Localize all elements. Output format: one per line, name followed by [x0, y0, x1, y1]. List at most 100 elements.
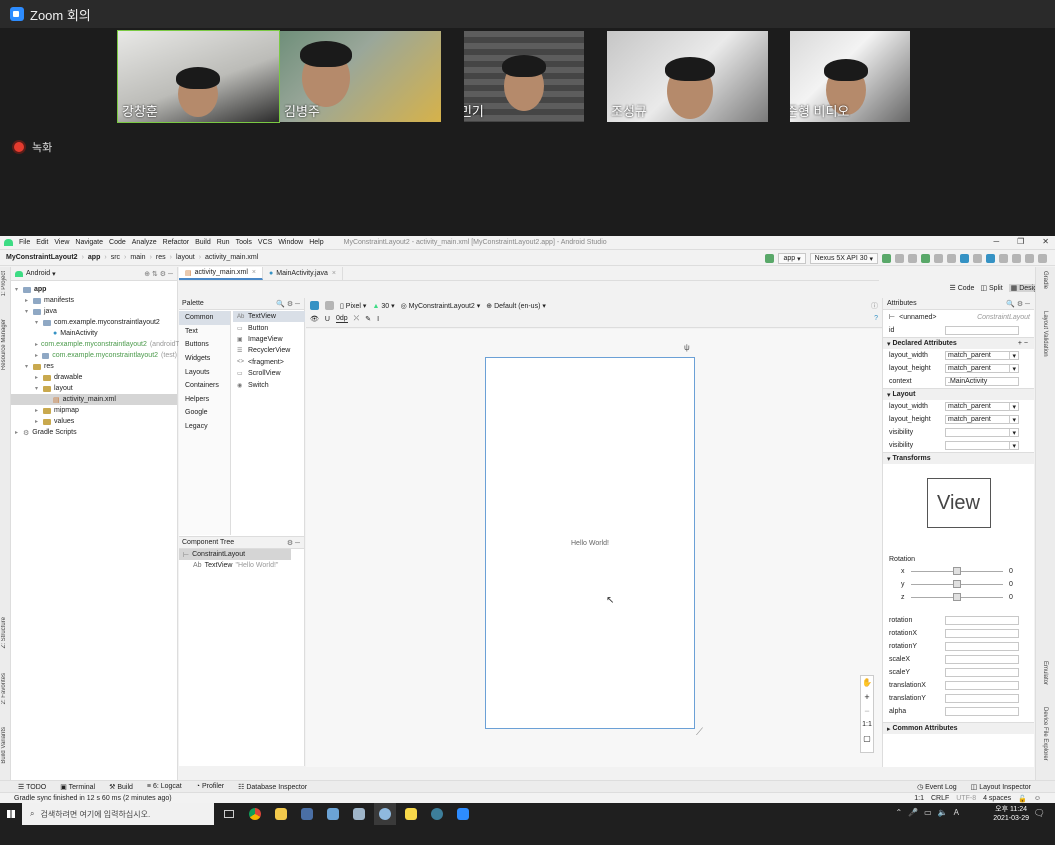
zoom-actual-icon[interactable]: 1:1	[861, 718, 873, 732]
tree-item[interactable]: ▾ res	[11, 361, 177, 372]
menu-run[interactable]: Run	[217, 239, 230, 246]
breadcrumb-app[interactable]: app	[88, 254, 100, 261]
zoom-out-icon[interactable]: −	[861, 704, 873, 718]
minimize-icon[interactable]: ─	[993, 237, 999, 246]
expand-arrow-icon[interactable]: ▾	[25, 363, 33, 370]
logcat-tab[interactable]: ≡ 6: Logcat	[147, 783, 182, 790]
chrome-icon[interactable]	[244, 803, 266, 825]
palette-item[interactable]: ▭ ScrollView	[233, 368, 305, 379]
close-tab-icon[interactable]: ×	[252, 269, 256, 276]
palette-category[interactable]: Common	[179, 311, 230, 325]
split-view-button[interactable]: ◫ Split	[980, 284, 1002, 292]
help-icon[interactable]: ?	[874, 315, 878, 322]
default-margin-select[interactable]: 0dp	[335, 315, 348, 323]
dropdown-arrow-icon[interactable]: ▾	[1009, 351, 1018, 360]
palette-category[interactable]: Widgets	[179, 352, 230, 366]
tree-item[interactable]: ▸ drawable	[11, 372, 177, 383]
tree-item[interactable]: ▾ java	[11, 306, 177, 317]
expand-arrow-icon[interactable]: ▸	[25, 297, 33, 304]
palette-category[interactable]: Legacy	[179, 420, 230, 434]
common-attributes-section[interactable]: ▸ Common Attributes	[883, 722, 1034, 734]
expand-arrow-icon[interactable]: ▾	[25, 308, 33, 315]
paint-icon[interactable]	[348, 803, 370, 825]
palette-actions[interactable]: 🔍 ⚙ ─	[276, 300, 300, 308]
menu-file[interactable]: File	[19, 239, 30, 246]
device-select[interactable]: Nexus 5X API 30 ▾	[809, 253, 878, 264]
taskbar-search[interactable]: ⌕ 검색하려면 여기에 입력하십시오.	[22, 803, 214, 825]
resource-manager-tab[interactable]: Resource Manager	[1, 319, 7, 370]
notepad-icon[interactable]	[322, 803, 344, 825]
tree-textview[interactable]: Ab TextView "Hello World!"	[179, 560, 304, 571]
hello-world-textview[interactable]: Hello World!	[486, 540, 694, 547]
layout-validation-tab[interactable]: Layout Validation	[1042, 311, 1048, 357]
device-preview[interactable]: Hello World!	[485, 357, 695, 729]
zoom-taskbar-icon[interactable]	[452, 803, 474, 825]
apply-changes-icon[interactable]	[908, 254, 917, 263]
ime-indicator[interactable]: A	[954, 808, 959, 817]
dropdown-arrow-icon[interactable]: ▾	[1009, 364, 1018, 373]
menu-code[interactable]: Code	[109, 239, 126, 246]
stop-icon[interactable]	[973, 254, 982, 263]
volume-icon[interactable]: 🔈	[938, 808, 948, 817]
line-separator[interactable]: CRLF	[931, 795, 949, 802]
project-view-select[interactable]: Android	[26, 270, 50, 277]
palette-item[interactable]: <> <fragment>	[233, 357, 305, 368]
breadcrumb-project[interactable]: MyConstraintLayout2	[6, 254, 78, 261]
dropdown-arrow-icon[interactable]: ▾	[1009, 441, 1018, 450]
breadcrumb-layout[interactable]: layout	[176, 254, 195, 261]
palette-item[interactable]: ▣ ImageView	[233, 334, 305, 345]
participant-tile[interactable]: 김병주	[280, 31, 441, 122]
tree-item[interactable]: ▸ values	[11, 416, 177, 427]
zoom-fit-icon[interactable]: ▢	[861, 732, 873, 746]
expand-arrow-icon[interactable]: ▸	[35, 418, 43, 425]
declared-attributes-section[interactable]: ▾ Declared Attributes + −	[883, 337, 1034, 349]
design-canvas[interactable]: ψ Hello World! ⟋ ↖ ✋ + − 1:1 ▢	[306, 329, 882, 767]
attributes-actions[interactable]: 🔍 ⚙ ─	[1006, 300, 1030, 308]
component-tree-actions[interactable]: ⚙ ─	[287, 539, 300, 547]
palette-category[interactable]: Containers	[179, 379, 230, 393]
tree-item[interactable]: ▾ com.example.myconstraintlayout2	[11, 317, 177, 328]
attribute-value[interactable]	[945, 616, 1019, 625]
attribute-value[interactable]: .MainActivity	[945, 377, 1019, 386]
recording-indicator[interactable]: 녹화	[14, 139, 52, 155]
sdk-manager-icon[interactable]	[999, 254, 1008, 263]
expand-arrow-icon[interactable]: ▸	[35, 341, 38, 348]
menu-view[interactable]: View	[54, 239, 69, 246]
rotation-z-slider[interactable]	[911, 593, 1003, 601]
profiler-tab[interactable]: ◔ Profiler	[196, 783, 224, 790]
settings-app-icon[interactable]	[426, 803, 448, 825]
menu-window[interactable]: Window	[278, 239, 303, 246]
palette-item[interactable]: ◉ Switch	[233, 379, 305, 390]
palette-item[interactable]: ☰ RecyclerView	[233, 345, 305, 356]
participant-tile[interactable]: 박민기	[464, 31, 584, 122]
menu-tools[interactable]: Tools	[236, 239, 252, 246]
calculator-icon[interactable]	[296, 803, 318, 825]
api-menu[interactable]: ▲ 30 ▾	[372, 302, 394, 310]
expand-arrow-icon[interactable]: ▾	[35, 319, 43, 326]
database-inspector-tab[interactable]: ☷ Database Inspector	[238, 783, 307, 791]
tree-item[interactable]: ▸ manifests	[11, 295, 177, 306]
palette-category[interactable]: Buttons	[179, 338, 230, 352]
attribute-value[interactable]	[945, 655, 1019, 664]
slider-knob[interactable]	[953, 567, 961, 575]
network-icon[interactable]: ▭	[924, 808, 932, 817]
gradle-tab[interactable]: Gradle	[1042, 271, 1048, 289]
attribute-value[interactable]	[945, 681, 1019, 690]
palette-category[interactable]: Helpers	[179, 393, 230, 407]
caret-position[interactable]: 1:1	[914, 795, 924, 802]
palette-item[interactable]: ▭ Button	[233, 322, 305, 333]
favorites-tab[interactable]: 2: Favorites	[1, 673, 7, 704]
palette-category[interactable]: Layouts	[179, 365, 230, 379]
slider-knob[interactable]	[953, 593, 961, 601]
build-variants-tab[interactable]: Build Variants	[1, 727, 7, 764]
attribute-value[interactable]: match_parent ▾	[945, 364, 1019, 373]
transforms-section[interactable]: ▾ Transforms	[883, 452, 1034, 464]
rotation-x-slider[interactable]	[911, 567, 1003, 575]
device-menu[interactable]: ▯ Pixel ▾	[340, 302, 366, 310]
breadcrumb-src[interactable]: src	[111, 254, 120, 261]
tab-main-activity[interactable]: ● MainActivity.java ×	[263, 267, 343, 280]
palette-category[interactable]: Text	[179, 325, 230, 339]
device-file-explorer-tab[interactable]: Device File Explorer	[1042, 707, 1048, 761]
guidelines-icon[interactable]: I	[377, 316, 379, 323]
project-tool-tab[interactable]: 1: Project	[1, 271, 7, 296]
